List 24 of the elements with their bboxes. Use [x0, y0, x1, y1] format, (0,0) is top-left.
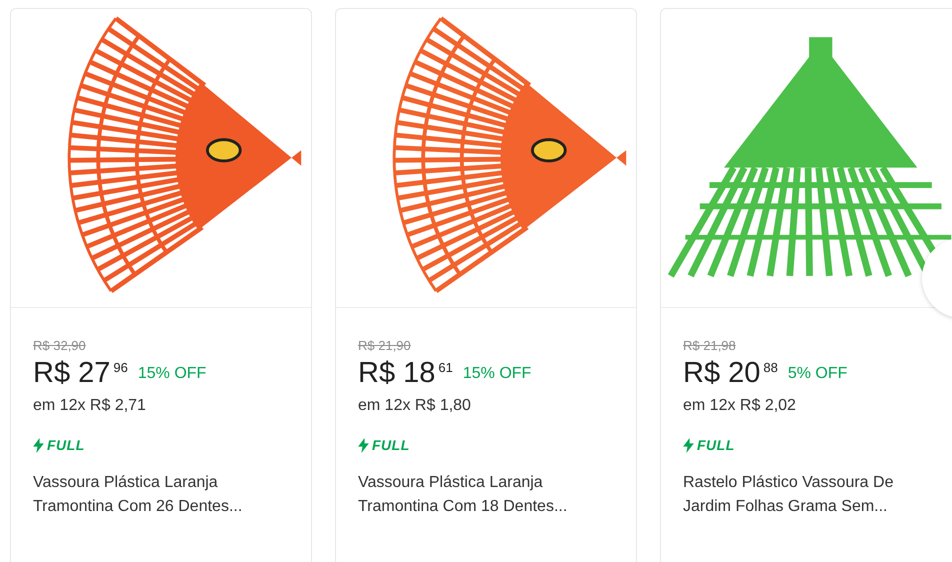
full-label: FULL	[697, 437, 735, 453]
discount-label: 15% OFF	[462, 365, 532, 383]
price-cents: 96	[113, 360, 128, 375]
price-cents: 88	[763, 360, 778, 375]
product-title[interactable]: Vassoura Plástica Laranja Tramontina Com 18 Dentes...	[358, 471, 614, 519]
price: R$ 27	[33, 356, 110, 391]
discount-label: 15% OFF	[138, 365, 206, 383]
price-cents: 61	[438, 360, 453, 375]
discount-label: 5% OFF	[788, 365, 848, 383]
lightning-icon	[683, 438, 694, 452]
full-label: FULL	[372, 437, 410, 453]
old-price: R$ 32,90	[33, 338, 86, 353]
installments-text: em 12x R$ 1,80	[358, 397, 471, 415]
old-price: R$ 21,90	[358, 338, 411, 353]
price: R$ 18	[358, 356, 436, 391]
product-title[interactable]: Rastelo Plástico Vassoura De Jardim Folhas Grama Sem...	[683, 471, 939, 519]
old-price: R$ 21,98	[683, 338, 736, 353]
price: R$ 20	[683, 356, 760, 391]
lightning-icon	[358, 438, 369, 452]
lightning-icon	[33, 438, 44, 452]
product-title[interactable]: Vassoura Plástica Laranja Tramontina Com 26 Dentes...	[33, 471, 289, 519]
full-label: FULL	[47, 437, 85, 453]
installments-text: em 12x R$ 2,02	[683, 397, 796, 415]
installments-text: em 12x R$ 2,71	[33, 397, 146, 415]
